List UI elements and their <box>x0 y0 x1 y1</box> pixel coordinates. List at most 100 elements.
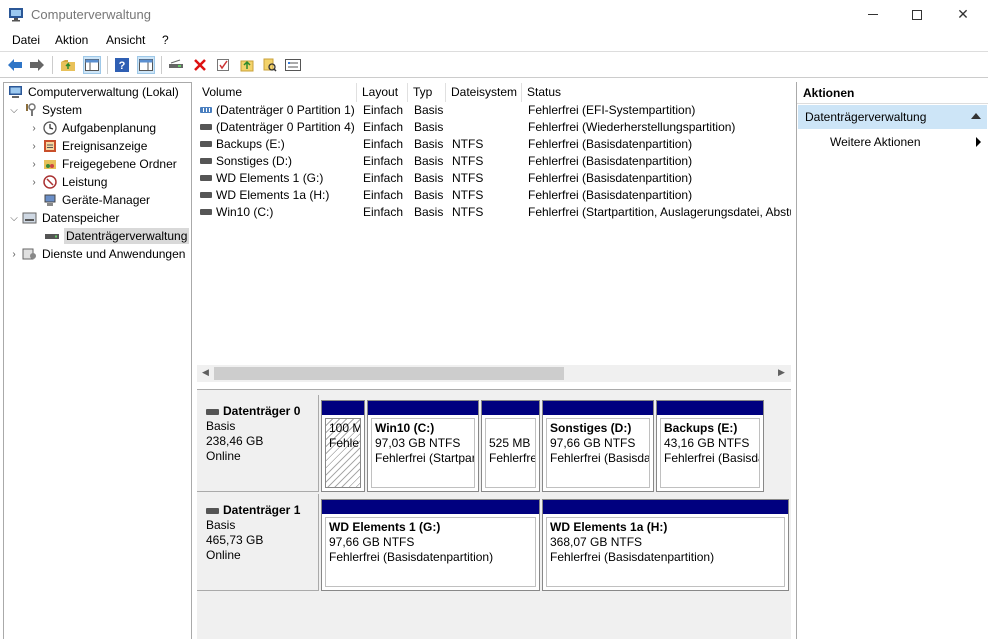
show-hide-tree-button[interactable] <box>83 56 101 74</box>
tree-item-aufgabenplanung[interactable]: › Aufgabenplanung <box>28 119 156 137</box>
table-row[interactable]: WD Elements 1 (G:) Einfach Basis NTFS Fe… <box>197 170 791 187</box>
disk-management-icon <box>44 229 60 243</box>
table-row[interactable]: Sonstiges (D:) Einfach Basis NTFS Fehler… <box>197 153 791 170</box>
volume-status: Fehlerfrei (Basisdatenpartition) <box>528 137 693 151</box>
column-header-status[interactable]: Status <box>522 83 791 102</box>
chevron-right-icon[interactable]: › <box>8 249 20 260</box>
column-header-volume[interactable]: Volume <box>197 83 357 102</box>
column-header-typ[interactable]: Typ <box>408 83 446 102</box>
maximize-button[interactable] <box>894 0 940 29</box>
volume-layout: Einfach <box>363 188 404 202</box>
tree-item-dienste-und-anwendungen[interactable]: › Dienste und Anwendungen <box>8 245 185 263</box>
partition-size: 97,66 GB NTFS <box>329 535 415 549</box>
partition-status: Fehlerfrei (Basisda <box>664 451 760 465</box>
partition-status: Fehlerfrei (Basisdatenpartition) <box>550 550 715 564</box>
horizontal-scrollbar[interactable]: ◀ ▶ <box>197 365 791 382</box>
chevron-down-icon[interactable]: ⌵ <box>8 213 20 224</box>
close-button[interactable]: ✕ <box>940 0 986 29</box>
disk-info[interactable]: Datenträger 1 Basis 465,73 GB Online <box>197 494 319 591</box>
toolbar-separator <box>107 56 108 74</box>
collapse-up-icon[interactable] <box>971 113 981 119</box>
volume-status: Fehlerfrei (Basisdatenpartition) <box>528 171 693 185</box>
scroll-left-icon[interactable]: ◀ <box>202 367 209 378</box>
check-button[interactable] <box>214 56 232 74</box>
volume-status: Fehlerfrei (Startpartition, Auslagerungs… <box>528 205 791 219</box>
table-row[interactable]: WD Elements 1a (H:) Einfach Basis NTFS F… <box>197 187 791 204</box>
tree-item-datentraegerverwaltung[interactable]: Datenträgerverwaltung <box>42 227 190 245</box>
chevron-right-icon[interactable]: › <box>28 123 40 134</box>
tree-item-leistung[interactable]: › Leistung <box>28 173 107 191</box>
volume-layout: Einfach <box>363 103 404 117</box>
table-row[interactable]: (Datenträger 0 Partition 1) Einfach Basi… <box>197 102 791 119</box>
event-viewer-icon <box>42 139 58 153</box>
forward-button[interactable] <box>28 56 46 74</box>
scrollbar-thumb[interactable] <box>214 367 564 380</box>
help-button[interactable]: ? <box>113 56 131 74</box>
actions-section-datentraegerverwaltung[interactable]: Datenträgerverwaltung <box>798 105 987 129</box>
disk-icon <box>206 507 219 514</box>
back-icon <box>8 59 22 71</box>
actions-header: Aktionen <box>797 82 988 104</box>
partition-size: 368,07 GB NTFS <box>550 535 643 549</box>
tree-item-geraete-manager[interactable]: Geräte-Manager <box>40 191 150 209</box>
search-button[interactable] <box>261 56 279 74</box>
disk-info[interactable]: Datenträger 0 Basis 238,46 GB Online <box>197 395 319 492</box>
disk-graphic-view: Datenträger 0 Basis 238,46 GB Online 100… <box>197 389 791 639</box>
volume-status: Fehlerfrei (Basisdatenpartition) <box>528 154 693 168</box>
volume-name: Sonstiges (D:) <box>216 154 293 168</box>
volume-filesystem: NTFS <box>452 171 484 185</box>
shared-folders-icon <box>42 157 58 171</box>
partition-box[interactable]: 100 M Fehle <box>321 400 365 492</box>
more-actions-label: Weitere Aktionen <box>830 135 921 149</box>
up-folder-button[interactable] <box>59 56 77 74</box>
connect-button[interactable] <box>167 56 185 74</box>
menu-ansicht[interactable]: Ansicht <box>106 33 145 47</box>
actions-pane: Aktionen Datenträgerverwaltung Weitere A… <box>796 82 988 639</box>
chevron-right-icon[interactable]: › <box>28 177 40 188</box>
tree-item-computerverwaltung[interactable]: Computerverwaltung (Lokal) <box>6 83 179 101</box>
partition-status: Fehlerfrei (Startpar <box>375 451 475 465</box>
export-button[interactable] <box>238 56 256 74</box>
volume-type: Basis <box>414 137 444 151</box>
tree-item-system[interactable]: ⌵ System <box>8 101 82 119</box>
forward-icon <box>30 59 44 71</box>
volume-list: Volume Layout Typ Dateisystem Status (Da… <box>197 83 791 382</box>
chevron-right-icon[interactable]: › <box>28 159 40 170</box>
partition-box[interactable]: Sonstiges (D:) 97,66 GB NTFS Fehlerfrei … <box>542 400 654 492</box>
column-header-dateisystem[interactable]: Dateisystem <box>446 83 522 102</box>
check-icon <box>217 59 229 71</box>
table-row[interactable]: (Datenträger 0 Partition 4) Einfach Basi… <box>197 119 791 136</box>
menu-datei[interactable]: Datei <box>12 33 40 47</box>
partition-box[interactable]: Win10 (C:) 97,03 GB NTFS Fehlerfrei (Sta… <box>367 400 479 492</box>
partition-box[interactable]: WD Elements 1a (H:) 368,07 GB NTFS Fehle… <box>542 499 789 591</box>
disk-row: Datenträger 0 Basis 238,46 GB Online 100… <box>197 395 791 493</box>
tree-item-datenspeicher[interactable]: ⌵ Datenspeicher <box>8 209 119 227</box>
tree-item-ereignisanzeige[interactable]: › Ereignisanzeige <box>28 137 147 155</box>
partition-box[interactable]: WD Elements 1 (G:) 97,66 GB NTFS Fehlerf… <box>321 499 540 591</box>
action-pane-button[interactable] <box>137 56 155 74</box>
chevron-right-icon[interactable]: › <box>28 141 40 152</box>
performance-icon <box>42 175 58 189</box>
tree-item-freigegebene-ordner[interactable]: › Freigegebene Ordner <box>28 155 176 173</box>
chevron-down-icon[interactable]: ⌵ <box>8 105 20 116</box>
partition-box[interactable]: Backups (E:) 43,16 GB NTFS Fehlerfrei (B… <box>656 400 764 492</box>
minimize-button[interactable] <box>850 0 896 29</box>
properties-pane-icon <box>139 59 153 71</box>
toolbar: ? <box>0 51 988 78</box>
tree-label: Ereignisanzeige <box>62 139 148 153</box>
volume-icon <box>200 106 212 113</box>
table-row[interactable]: Backups (E:) Einfach Basis NTFS Fehlerfr… <box>197 136 791 153</box>
partition-size: 100 M <box>329 421 361 435</box>
table-row[interactable]: Win10 (C:) Einfach Basis NTFS Fehlerfrei… <box>197 204 791 221</box>
more-actions-item[interactable]: Weitere Aktionen <box>830 135 985 149</box>
delete-button[interactable] <box>191 56 209 74</box>
partition-box[interactable]: 525 MB Fehlerfre <box>481 400 540 492</box>
tree-label: Datenträgerverwaltung <box>64 228 190 244</box>
partition-name: WD Elements 1 (G:) <box>329 520 441 534</box>
settings-button[interactable] <box>284 56 302 74</box>
menu-aktion[interactable]: Aktion <box>55 33 88 47</box>
back-button[interactable] <box>6 56 24 74</box>
menu-help[interactable]: ? <box>162 33 169 47</box>
scroll-right-icon[interactable]: ▶ <box>778 367 785 378</box>
column-header-layout[interactable]: Layout <box>357 83 408 102</box>
